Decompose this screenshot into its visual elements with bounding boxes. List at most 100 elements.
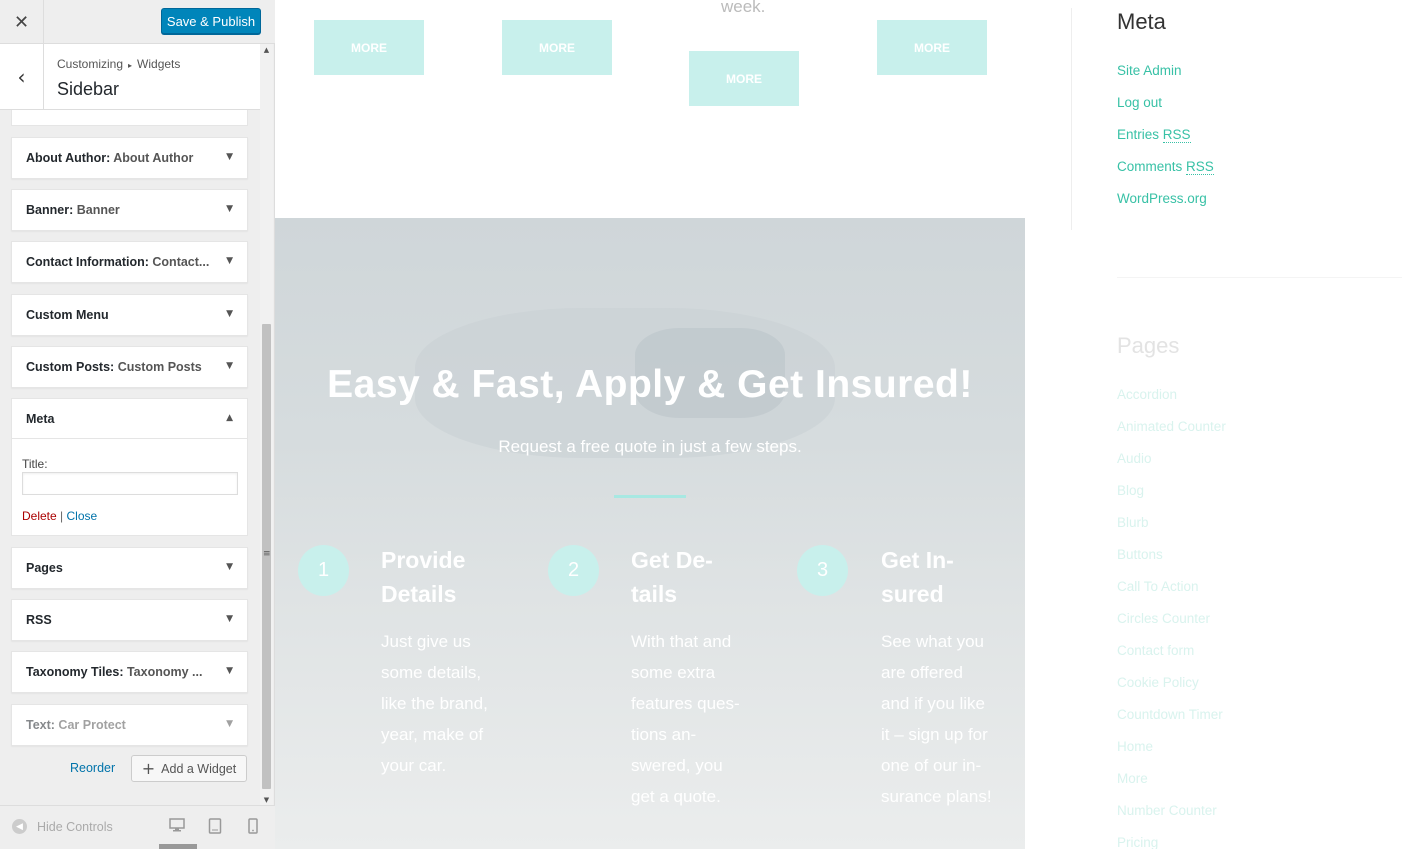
- scroll-up-icon[interactable]: ▲: [260, 44, 273, 56]
- chevron-down-icon[interactable]: ▼: [226, 152, 233, 162]
- widget-separator: [1117, 277, 1402, 278]
- chevron-down-icon[interactable]: ▼: [226, 309, 233, 319]
- add-widget-button[interactable]: + Add a Widget: [131, 755, 247, 782]
- widget-name: RSS: [26, 613, 52, 627]
- chevron-left-icon: ‹: [17, 65, 26, 89]
- widget-name: Contact Information: [26, 255, 145, 269]
- more-button[interactable]: MORE: [689, 51, 799, 106]
- page-link[interactable]: Number Counter: [1117, 803, 1217, 818]
- meta-widget-title: Meta: [1117, 9, 1166, 34]
- page-link[interactable]: Contact form: [1117, 643, 1194, 658]
- step-title: Get De- tails: [631, 547, 713, 607]
- widget-list: About Author: About Author ▼ Banner: Ban…: [0, 110, 260, 800]
- chevron-down-icon[interactable]: ▼: [226, 256, 233, 266]
- chevron-down-icon[interactable]: ▼: [226, 204, 233, 214]
- more-button[interactable]: MORE: [877, 20, 987, 75]
- breadcrumb-customizing: Customizing: [57, 57, 124, 71]
- widget-name: Taxonomy Tiles: [26, 665, 120, 679]
- chevron-down-icon[interactable]: ▼: [226, 666, 233, 676]
- tablet-icon[interactable]: [208, 818, 222, 838]
- add-widget-label: Add a Widget: [161, 761, 237, 776]
- close-icon: ✕: [13, 11, 30, 33]
- widget-name: About Author: [26, 151, 107, 165]
- action-divider: |: [60, 509, 64, 523]
- page-link[interactable]: Blurb: [1117, 515, 1149, 530]
- widget-custom-posts[interactable]: Custom Posts: Custom Posts ▼: [11, 346, 248, 388]
- log-out-link[interactable]: Log out: [1117, 95, 1162, 110]
- desktop-icon[interactable]: [169, 818, 185, 836]
- resize-handle-icon[interactable]: ≡: [263, 549, 271, 559]
- widget-text[interactable]: Text: Car Protect ▼: [11, 704, 248, 746]
- page-link[interactable]: Animated Counter: [1117, 419, 1226, 434]
- widget-meta-expanded: Meta ▲ Title: Delete | Close: [11, 398, 248, 536]
- widget-name: Custom Posts: [26, 360, 111, 374]
- widget-subtitle: Contact...: [152, 255, 210, 269]
- comments-rss-link[interactable]: Comments RSS: [1117, 159, 1214, 175]
- page-link[interactable]: Blog: [1117, 483, 1144, 498]
- reorder-link[interactable]: Reorder: [70, 761, 115, 775]
- page-link[interactable]: Buttons: [1117, 547, 1163, 562]
- widget-name: Text: [26, 718, 51, 732]
- close-customizer-button[interactable]: ✕: [0, 0, 44, 44]
- site-admin-link[interactable]: Site Admin: [1117, 63, 1182, 78]
- hide-controls-button[interactable]: ◀ Hide Controls: [12, 819, 113, 834]
- widget-meta-header[interactable]: Meta ▲: [12, 399, 247, 439]
- wordpress-org-link[interactable]: WordPress.org: [1117, 191, 1207, 206]
- section-title: Sidebar: [57, 79, 120, 99]
- delete-link[interactable]: Delete: [22, 509, 57, 523]
- widget-name: Custom Menu: [26, 308, 109, 322]
- widget-pages[interactable]: Pages ▼: [11, 547, 248, 589]
- entries-label: Entries: [1117, 127, 1160, 142]
- page-link[interactable]: Home: [1117, 739, 1153, 754]
- breadcrumb-widgets: Widgets: [137, 57, 181, 71]
- page-link[interactable]: Call To Action: [1117, 579, 1199, 594]
- title-field[interactable]: [22, 472, 238, 495]
- step-number: 3: [797, 545, 848, 596]
- panel-scrollbar[interactable]: ▲ ▼: [260, 44, 273, 806]
- widget-custom-menu[interactable]: Custom Menu ▼: [11, 294, 248, 336]
- page-link[interactable]: Countdown Timer: [1117, 707, 1223, 722]
- hero-section: Easy & Fast, Apply & Get Insured! Reques…: [275, 218, 1025, 849]
- customizer-panel: ✕ Save & Publish ‹ Customizing ▸ Widgets S…: [0, 0, 275, 849]
- more-button[interactable]: MORE: [502, 20, 612, 75]
- rss-abbr: RSS: [1162, 127, 1191, 143]
- step-number: 2: [548, 545, 599, 596]
- widget-subtitle: Custom Posts: [117, 360, 202, 374]
- week-text: week.: [721, 0, 766, 16]
- chevron-down-icon[interactable]: ▼: [226, 719, 233, 729]
- chevron-up-icon[interactable]: ▲: [226, 413, 233, 423]
- page-link[interactable]: Accordion: [1117, 387, 1177, 402]
- step-title: Get In- sured: [881, 547, 954, 607]
- widget-rss[interactable]: RSS ▼: [11, 599, 248, 641]
- widget-name: Banner: [26, 203, 70, 217]
- more-button[interactable]: MORE: [314, 20, 424, 75]
- chevron-down-icon[interactable]: ▼: [226, 361, 233, 371]
- page-link[interactable]: Cookie Policy: [1117, 675, 1199, 690]
- collapse-icon: ◀: [12, 819, 27, 834]
- customizer-footer: ◀ Hide Controls: [0, 805, 275, 849]
- page-link[interactable]: More: [1117, 771, 1148, 786]
- widget-contact-information[interactable]: Contact Information: Contact... ▼: [11, 241, 248, 283]
- widget-about-author[interactable]: About Author: About Author ▼: [11, 137, 248, 179]
- step-text: See what you are offered and if you like…: [881, 632, 992, 806]
- hero-subtitle: Request a free quote in just a few steps…: [498, 437, 802, 456]
- title-field-label: Title:: [22, 457, 48, 471]
- step-text: With that and some extra features ques- …: [631, 632, 740, 806]
- save-publish-button[interactable]: Save & Publish: [161, 8, 261, 34]
- back-button[interactable]: ‹: [0, 44, 44, 110]
- widget-taxonomy-tiles[interactable]: Taxonomy Tiles: Taxonomy ... ▼: [11, 651, 248, 693]
- page-link[interactable]: Audio: [1117, 451, 1152, 466]
- entries-rss-link[interactable]: Entries RSS: [1117, 127, 1191, 143]
- hero-divider: [614, 495, 686, 498]
- chevron-down-icon[interactable]: ▼: [226, 614, 233, 624]
- close-link[interactable]: Close: [67, 509, 98, 523]
- plus-icon: +: [141, 759, 156, 778]
- page-link[interactable]: Circles Counter: [1117, 611, 1210, 626]
- hero-title: Easy & Fast, Apply & Get Insured!: [327, 363, 973, 406]
- step-text: Just give us some details, like the bran…: [381, 632, 488, 775]
- widget-banner[interactable]: Banner: Banner ▼: [11, 189, 248, 231]
- rss-abbr: RSS: [1186, 159, 1214, 175]
- chevron-down-icon[interactable]: ▼: [226, 562, 233, 572]
- mobile-icon[interactable]: [248, 818, 258, 838]
- page-link[interactable]: Pricing: [1117, 835, 1158, 849]
